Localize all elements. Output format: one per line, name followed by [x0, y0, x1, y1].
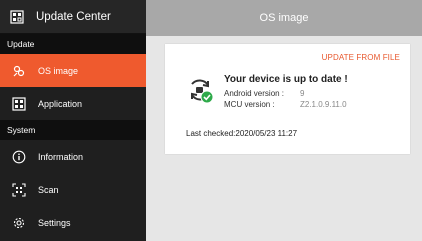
sidebar-item-scan[interactable]: Scan	[0, 173, 146, 206]
sidebar-item-application[interactable]: Application	[0, 87, 146, 120]
sidebar-item-label: Scan	[38, 184, 59, 195]
app-grid-icon	[10, 9, 24, 24]
sidebar-item-information[interactable]: Information	[0, 140, 146, 173]
mcu-version-row: MCU version : Z2.1.0.9.11.0	[224, 100, 347, 109]
android-version-value: 9	[300, 89, 305, 98]
page-header: OS image	[146, 0, 422, 36]
sidebar-item-label: Information	[38, 151, 84, 162]
sidebar-item-label: Application	[38, 98, 83, 109]
layers-icon	[12, 64, 26, 78]
section-system: System	[0, 120, 146, 140]
update-status-card: UPDATE FROM FILE Your device is up to da…	[165, 44, 410, 154]
scan-icon	[12, 182, 26, 197]
section-update: Update	[0, 34, 146, 54]
update-from-file-button[interactable]: UPDATE FROM FILE	[322, 53, 400, 62]
page-title: OS image	[259, 12, 309, 24]
app-title: Update Center	[36, 10, 111, 23]
status-title: Your device is up to date !	[224, 74, 348, 85]
sidebar: Update Center Update OS image Applicatio…	[0, 0, 146, 241]
sidebar-header: Update Center	[0, 0, 146, 34]
sidebar-item-label: OS image	[38, 65, 79, 76]
sidebar-item-os-image[interactable]: OS image	[0, 54, 146, 87]
mcu-version-label: MCU version :	[224, 100, 275, 109]
mcu-version-value: Z2.1.0.9.11.0	[300, 100, 347, 109]
device-update-icon	[191, 79, 214, 104]
gear-icon	[12, 216, 26, 230]
info-icon	[12, 150, 26, 164]
grid-icon	[12, 96, 26, 111]
last-checked-text: Last checked:2020/05/23 11:27	[186, 129, 298, 138]
sidebar-item-label: Settings	[38, 217, 71, 228]
android-version-row: Android version : 9	[224, 89, 304, 98]
android-version-label: Android version :	[224, 89, 285, 98]
sidebar-item-settings[interactable]: Settings	[0, 206, 146, 239]
